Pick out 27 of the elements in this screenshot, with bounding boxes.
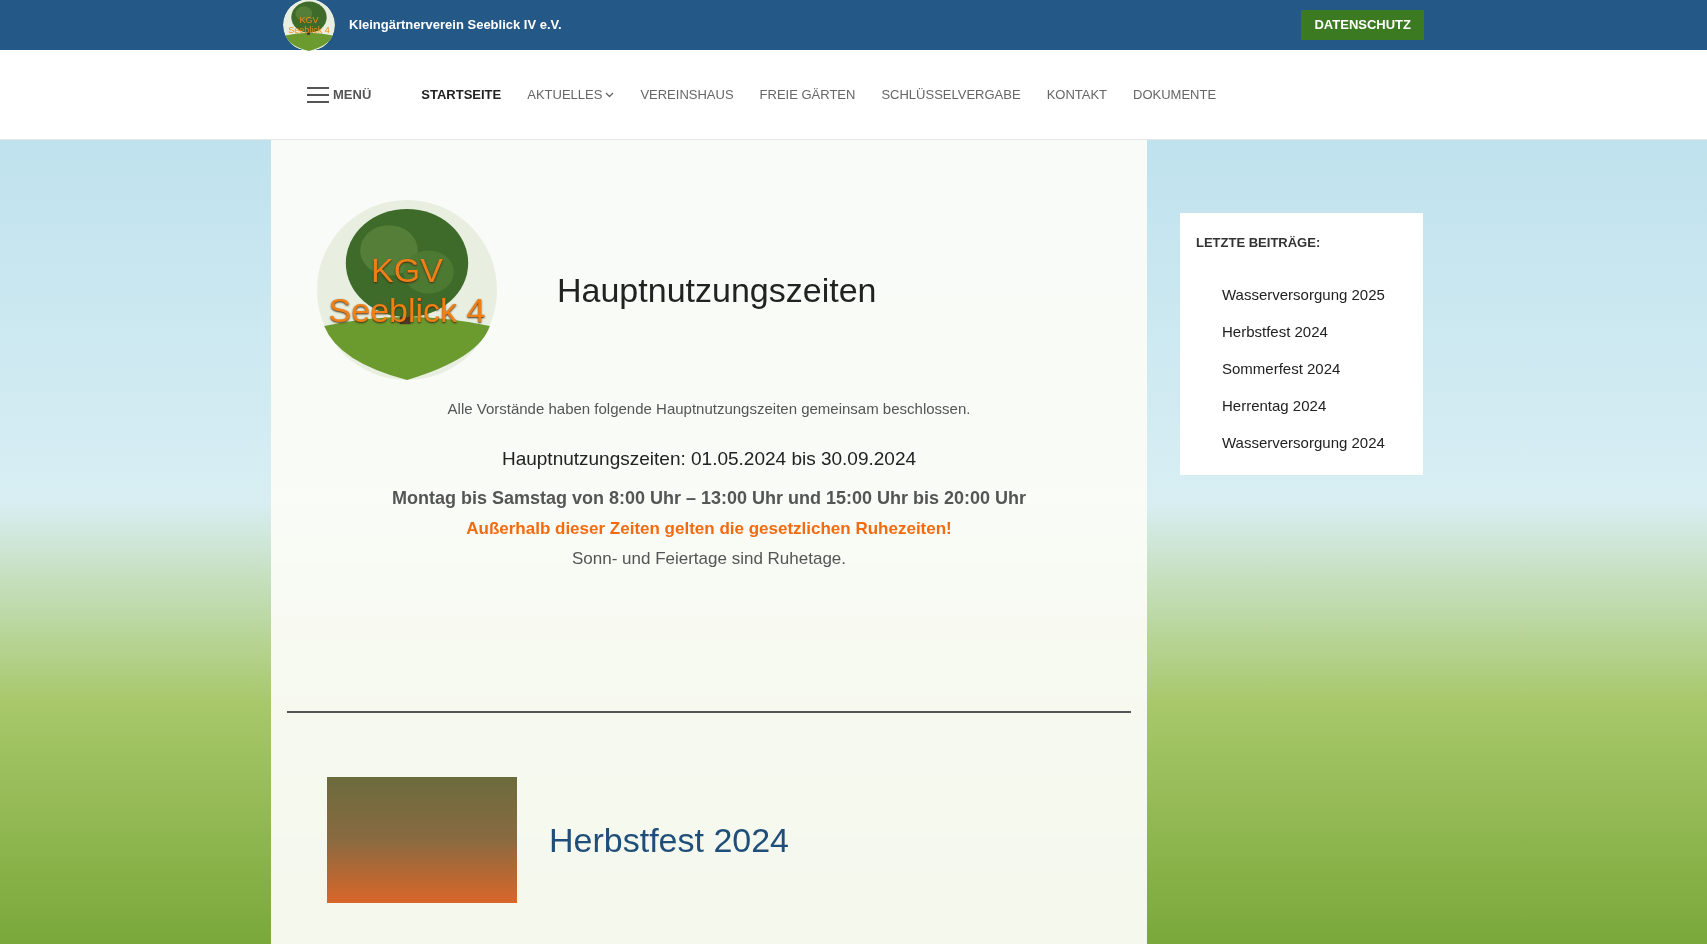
page-title: Hauptnutzungszeiten <box>557 269 877 311</box>
recent-post-link[interactable]: Wasserversorgung 2024 <box>1222 433 1385 451</box>
logo-text: KGV <box>299 15 319 25</box>
recent-post-link[interactable]: Sommerfest 2024 <box>1222 359 1341 377</box>
nav-link[interactable]: FREIE GÄRTEN <box>759 84 856 105</box>
recent-post-link[interactable]: Herrentag 2024 <box>1222 396 1327 414</box>
nav-link[interactable]: STARTSEITE <box>421 84 502 105</box>
warning-text: Außerhalb dieser Zeiten gelten die gesetzlichen Ruhezeiten! <box>466 518 952 540</box>
nav-link[interactable]: SCHLÜSSELVERGABE <box>881 84 1021 105</box>
site-name[interactable]: Kleingärtnerverein Seeblick IV e.V. <box>349 15 562 35</box>
post-title[interactable]: Herbstfest 2024 <box>549 814 790 866</box>
nav-link[interactable]: DOKUMENTE <box>1133 84 1217 105</box>
sidebar-title: LETZTE BEITRÄGE: <box>1196 234 1322 252</box>
logo-text: Seeblick 4 <box>288 25 330 35</box>
note-text: Sonn- und Feiertage sind Ruhetage. <box>571 547 847 570</box>
privacy-button[interactable]: DATENSCHUTZ <box>1301 10 1424 40</box>
hours-text: Montag bis Samstag von 8:00 Uhr – 13:00 Uhr und 15:00 Uhr bis 20:00 Uhr <box>391 487 1027 510</box>
recent-post-link[interactable]: Herbstfest 2024 <box>1222 322 1328 340</box>
period-text: Hauptnutzungszeiten: 01.05.2024 bis 30.09.2024 <box>501 446 917 471</box>
intro-text: Alle Vorstände haben folgende Hauptnutzungszeiten gemeinsam beschlossen. <box>447 399 971 419</box>
logo-text: KGV <box>371 250 443 290</box>
menu-icon <box>307 86 329 103</box>
nav-link[interactable]: VEREINSHAUS <box>640 84 734 105</box>
nav-link[interactable]: KONTAKT <box>1046 84 1108 105</box>
nav-link[interactable]: AKTUELLES <box>527 84 615 105</box>
recent-post-link[interactable]: Wasserversorgung 2025 <box>1222 285 1385 303</box>
menu-button[interactable]: MENÜ <box>307 84 372 105</box>
